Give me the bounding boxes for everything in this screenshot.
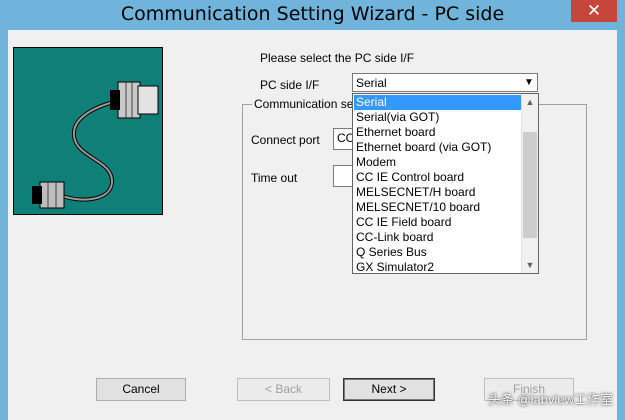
pc-if-select[interactable]: Serial ▼ bbox=[352, 73, 538, 92]
dropdown-scrollbar[interactable]: ▲ ▼ bbox=[521, 94, 538, 273]
serial-cable-icon bbox=[32, 81, 159, 209]
close-icon: ✕ bbox=[586, 1, 602, 21]
dropdown-option[interactable]: CC-Link board bbox=[354, 230, 521, 245]
title-bar[interactable]: Communication Setting Wizard - PC side ✕ bbox=[0, 0, 625, 30]
dropdown-option[interactable]: Modem bbox=[354, 155, 521, 170]
wizard-window: Communication Setting Wizard - PC side ✕… bbox=[0, 0, 625, 420]
watermark: 头条 @labview工作室 bbox=[487, 392, 613, 407]
dropdown-option[interactable]: Serial(via GOT) bbox=[354, 110, 521, 125]
scrollbar-thumb[interactable] bbox=[523, 132, 537, 238]
dropdown-option[interactable]: MELSECNET/10 board bbox=[354, 200, 521, 215]
prompt-label: Please select the PC side I/F bbox=[260, 51, 415, 65]
dropdown-option[interactable]: Ethernet board (via GOT) bbox=[354, 140, 521, 155]
dropdown-option[interactable]: CC IE Field board bbox=[354, 215, 521, 230]
dropdown-option[interactable]: Serial bbox=[354, 95, 521, 110]
pc-if-value: Serial bbox=[356, 76, 387, 90]
dropdown-option[interactable]: Ethernet board bbox=[354, 125, 521, 140]
window-frame-right bbox=[617, 30, 625, 420]
dropdown-option[interactable]: GX Simulator2 bbox=[354, 260, 521, 273]
timeout-label: Time out bbox=[251, 171, 298, 185]
scroll-up-icon[interactable]: ▲ bbox=[522, 94, 538, 110]
cable-illustration bbox=[13, 47, 163, 215]
window-frame-left bbox=[0, 30, 8, 420]
chevron-down-icon[interactable]: ▼ bbox=[521, 74, 537, 91]
close-button[interactable]: ✕ bbox=[571, 0, 617, 22]
scroll-down-icon[interactable]: ▼ bbox=[522, 257, 538, 273]
pc-if-label: PC side I/F bbox=[260, 78, 320, 92]
dropdown-option[interactable]: Q Series Bus bbox=[354, 245, 521, 260]
back-button[interactable]: < Back bbox=[237, 378, 330, 401]
dropdown-option[interactable]: MELSECNET/H board bbox=[354, 185, 521, 200]
window-title: Communication Setting Wizard - PC side bbox=[120, 3, 505, 25]
connect-port-label: Connect port bbox=[251, 133, 320, 147]
group-label: Communication se bbox=[252, 97, 356, 111]
dropdown-option[interactable]: CC IE Control board bbox=[354, 170, 521, 185]
pc-if-dropdown-list[interactable]: Serial Serial(via GOT) Ethernet board Ether… bbox=[352, 93, 539, 274]
next-button[interactable]: Next > bbox=[343, 378, 435, 401]
cancel-button[interactable]: Cancel bbox=[96, 378, 186, 401]
